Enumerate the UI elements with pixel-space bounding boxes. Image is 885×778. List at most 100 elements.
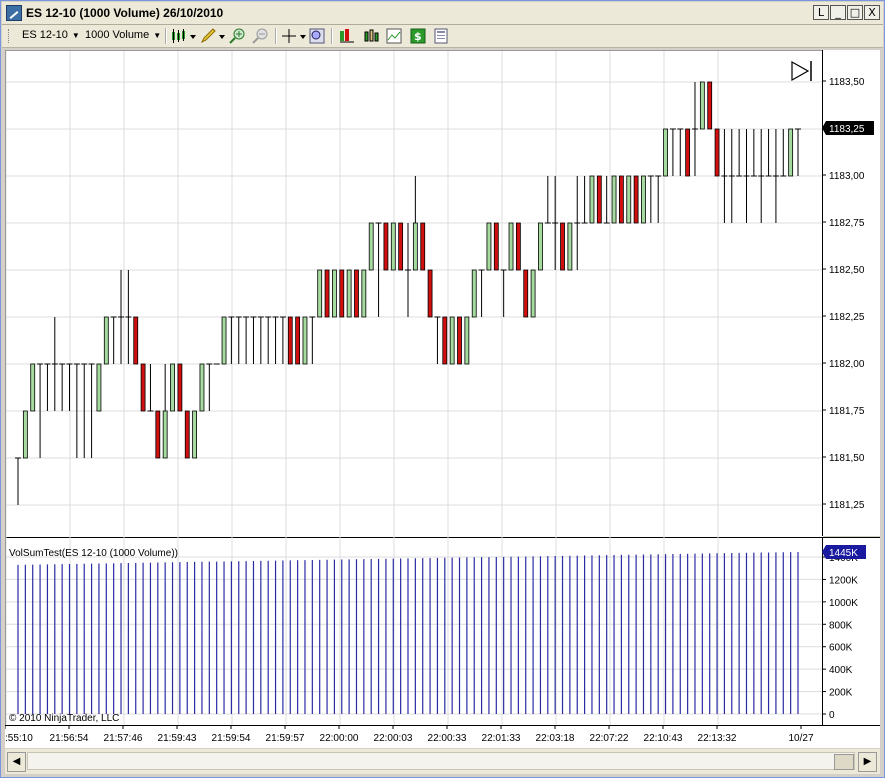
candle-body [707, 81, 713, 130]
candle-body [641, 175, 646, 224]
indicator-tick-label: 1000K [829, 598, 858, 609]
zoom-in-icon[interactable] [228, 28, 248, 44]
indicator-axis[interactable]: 1400K1200K1000K800K600K400K200K01445K [822, 537, 880, 725]
price-tick-label: 1181,50 [829, 453, 865, 464]
crosshair-icon[interactable] [281, 28, 307, 44]
scrollbar-track[interactable] [27, 752, 855, 770]
chart-window: ES 12-10 (1000 Volume) 26/10/2010 L _ □ … [0, 0, 885, 778]
strategies-icon[interactable] [339, 28, 355, 44]
time-tick-label: 10/27 [788, 733, 813, 744]
zoom-out-icon[interactable] [251, 28, 271, 44]
candle-body [390, 222, 396, 271]
candle-body [199, 363, 205, 412]
indicator-tick-label: 1200K [829, 575, 858, 586]
indicator-chart[interactable]: VolSumTest(ES 12-10 (1000 Volume)) © 2010… [5, 537, 823, 725]
candle-body [420, 222, 426, 271]
candle-body [560, 222, 565, 271]
scroll-to-end-icon[interactable] [791, 60, 810, 82]
time-tick-label: 21:57:46 [104, 733, 143, 744]
toolbar-grip [8, 29, 11, 43]
price-tick-label: 1183,00 [829, 171, 865, 182]
price-tick-label: 1182,50 [829, 265, 865, 276]
candle-body [493, 222, 499, 271]
price-tick-label: 1181,75 [829, 406, 865, 417]
link-button[interactable]: L [813, 5, 829, 20]
candle-body [611, 175, 617, 224]
svg-text:$: $ [414, 30, 422, 43]
title-bar[interactable]: ES 12-10 (1000 Volume) 26/10/2010 L _ □ … [2, 2, 883, 25]
time-tick-label: 22:00:00 [320, 733, 359, 744]
candle-body [96, 363, 102, 412]
candle-body [626, 175, 632, 224]
time-tick-label: 22:00:33 [428, 733, 467, 744]
toolbar-separator [275, 28, 277, 44]
bar-type-icon[interactable] [171, 28, 197, 44]
time-tick-label: 22:01:33 [482, 733, 521, 744]
candle-body [361, 269, 367, 318]
candle-body [332, 269, 337, 318]
price-axis[interactable]: 1183,50 1183,25 1183,00 1182,75 1182,50 1182,… [822, 50, 880, 536]
candle-body [685, 128, 691, 177]
close-button[interactable]: X [864, 5, 880, 20]
chart-properties-icon[interactable] [386, 28, 402, 44]
time-tick-label: 22:03:18 [536, 733, 575, 744]
interval-selector[interactable]: 1000 Volume ▼ [85, 29, 161, 41]
time-tick-label: 22:13:32 [698, 733, 737, 744]
candle-body [103, 316, 109, 365]
candle-body [471, 269, 477, 318]
price-tick-label: 1182,00 [829, 359, 865, 370]
time-tick-label: :55:10 [5, 733, 33, 744]
candle-body [346, 269, 352, 318]
price-chart[interactable] [5, 51, 823, 537]
candle-body [442, 316, 448, 365]
time-axis[interactable]: :55:10 21:56:54 21:57:46 21:59:43 21:59:54 21… [4, 725, 880, 748]
price-tick-label: 1183,50 [829, 77, 865, 88]
scroll-left-button[interactable]: ◀ [7, 752, 26, 772]
minimize-button[interactable]: _ [830, 5, 846, 20]
indicator-axis-svg: 1400K1200K1000K800K600K400K200K01445K [822, 537, 880, 725]
price-panel[interactable] [5, 50, 823, 537]
indicator-tick-label: 0 [829, 710, 835, 721]
candle-body [530, 269, 536, 318]
candle-body [133, 316, 139, 365]
candle-body [457, 316, 462, 365]
search-icon[interactable] [309, 28, 325, 44]
toolbar-separator [331, 28, 333, 44]
candle-body [302, 316, 308, 365]
indicator-tick-label: 400K [829, 665, 853, 676]
time-tick-label: 22:07:22 [590, 733, 629, 744]
dollar-icon[interactable]: $ [410, 28, 426, 44]
candle-body [538, 222, 543, 271]
chart-app-icon [6, 5, 22, 21]
price-tick-label: 1182,75 [829, 218, 865, 229]
data-box-icon[interactable] [433, 28, 449, 44]
toolbar-separator [165, 28, 167, 44]
indicator-panel[interactable]: VolSumTest(ES 12-10 (1000 Volume)) © 2010… [5, 537, 823, 725]
window-title: ES 12-10 (1000 Volume) 26/10/2010 [26, 6, 224, 20]
scrollbar-thumb[interactable] [834, 754, 854, 770]
price-tick-label: 1182,25 [829, 312, 865, 323]
current-price-label: 1183,25 [829, 124, 865, 135]
candle-body [449, 316, 455, 365]
time-tick-label: 21:59:43 [158, 733, 197, 744]
candle-body [221, 316, 227, 365]
indicator-tick-label: 200K [829, 688, 853, 699]
candle-body [618, 175, 624, 224]
time-tick-label: 22:10:43 [644, 733, 683, 744]
maximize-button[interactable]: □ [847, 5, 863, 20]
scroll-right-button[interactable]: ▶ [858, 752, 877, 772]
horizontal-scrollbar[interactable]: ◀ ▶ [5, 749, 880, 774]
candle-body [427, 269, 433, 318]
candle-body [30, 363, 36, 412]
candle-body [368, 222, 374, 271]
candle-body [162, 410, 168, 459]
candle-body [339, 269, 345, 318]
indicator-value-label: 1445K [829, 548, 858, 559]
candle-body [523, 269, 529, 318]
draw-pencil-icon[interactable] [200, 28, 226, 44]
time-tick-label: 21:56:54 [50, 733, 89, 744]
instrument-selector[interactable]: ES 12-10 ▼ [22, 29, 80, 41]
candle-body [663, 128, 668, 177]
indicators-icon[interactable] [363, 28, 379, 44]
candle-body [788, 128, 794, 177]
